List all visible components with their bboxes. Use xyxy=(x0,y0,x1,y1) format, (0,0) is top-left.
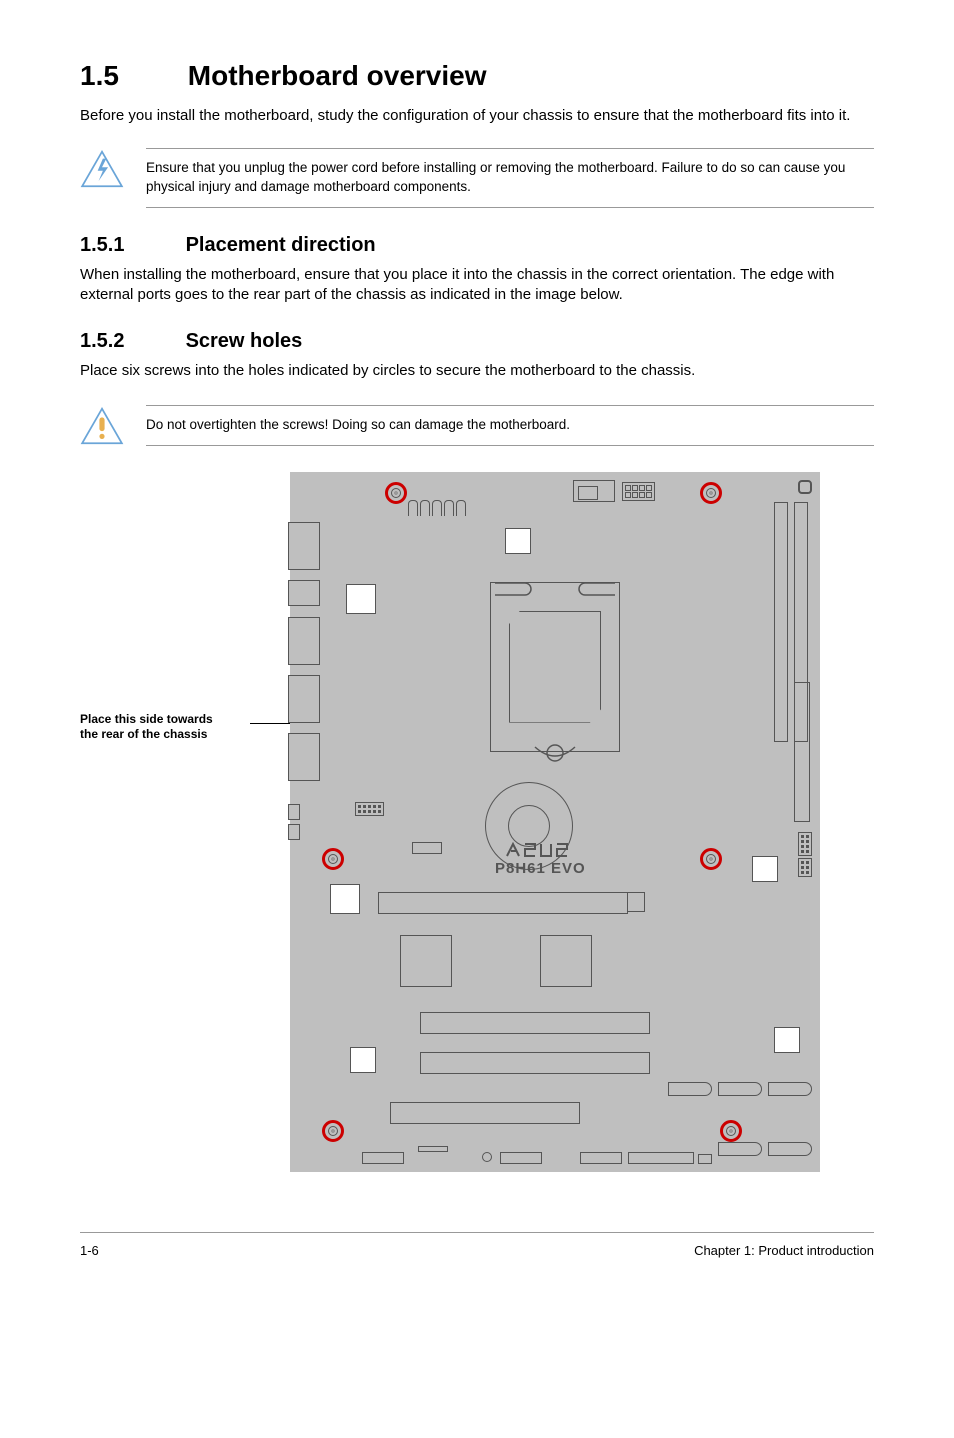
sata-port-icon xyxy=(768,1082,812,1096)
page-footer: 1-6 Chapter 1: Product introduction xyxy=(80,1232,874,1258)
front-panel-header-icon xyxy=(580,1152,622,1164)
pin-header-icon xyxy=(355,802,384,816)
caution-callout: Do not overtighten the screws! Doing so … xyxy=(80,405,874,446)
screw-hole-icon xyxy=(700,848,722,870)
rear-port-icon xyxy=(288,617,320,665)
cpu-power-icon xyxy=(573,480,615,502)
subsection-2-title: Screw holes xyxy=(186,330,303,352)
socket-lever-icon xyxy=(485,575,625,765)
chapter-label: Chapter 1: Product introduction xyxy=(694,1243,874,1258)
section-number: 1.5 xyxy=(80,60,180,92)
sata-port-icon xyxy=(768,1142,812,1156)
subsection-2-heading: 1.5.2 Screw holes xyxy=(80,330,874,353)
rear-port-icon xyxy=(288,675,320,723)
intro-paragraph: Before you install the motherboard, stud… xyxy=(80,106,874,126)
pcie-slot-icon xyxy=(390,1102,580,1124)
front-panel-header-icon xyxy=(362,1152,404,1164)
chip-icon xyxy=(752,856,778,882)
chip-icon xyxy=(540,935,592,987)
eps-connector-icon xyxy=(622,482,655,501)
sata-port-icon xyxy=(718,1082,762,1096)
section-heading: 1.5 Motherboard overview xyxy=(80,60,874,92)
capacitors-icon xyxy=(408,500,466,516)
caution-text: Do not overtighten the screws! Doing so … xyxy=(146,405,874,446)
pin-header-icon xyxy=(798,832,812,856)
chip-icon xyxy=(400,935,452,987)
subsection-1-heading: 1.5.1 Placement direction xyxy=(80,234,874,257)
slot-notch-icon xyxy=(628,892,645,912)
subsection-1-title: Placement direction xyxy=(186,234,376,256)
side-label-line1: Place this side towards xyxy=(80,712,213,726)
exclamation-icon xyxy=(80,405,124,445)
subsection-1-body: When installing the motherboard, ensure … xyxy=(80,265,874,306)
subsection-2-number: 1.5.2 xyxy=(80,330,180,353)
pointer-line xyxy=(250,723,290,724)
screw-hole-icon xyxy=(322,848,344,870)
pin-header-icon xyxy=(798,858,812,877)
screw-hole-icon xyxy=(700,482,722,504)
pin-header-icon xyxy=(698,1154,712,1164)
dimm-slot-icon xyxy=(774,502,788,742)
subsection-1-number: 1.5.1 xyxy=(80,234,180,257)
pcie-slot-icon xyxy=(378,892,628,914)
chip-icon xyxy=(774,1027,800,1053)
subsection-2-body: Place six screws into the holes indicate… xyxy=(80,361,874,381)
front-panel-header-icon xyxy=(500,1152,542,1164)
chip-icon xyxy=(505,528,531,554)
sata-port-icon xyxy=(718,1142,762,1156)
motherboard-illustration: P8H61 EVO xyxy=(290,472,820,1172)
side-label-line2: the rear of the chassis xyxy=(80,727,207,741)
diagram-side-label: Place this side towards the rear of the … xyxy=(80,712,250,743)
rear-port-icon xyxy=(288,522,320,570)
chip-icon xyxy=(350,1047,376,1073)
chip-icon xyxy=(346,584,376,614)
rear-port-icon xyxy=(288,733,320,781)
pin-header-icon xyxy=(412,842,442,854)
bolt-icon xyxy=(80,148,124,188)
page-number: 1-6 xyxy=(80,1243,99,1258)
screw-hole-icon xyxy=(322,1120,344,1142)
warning-callout: Ensure that you unplug the power cord be… xyxy=(80,148,874,208)
rear-port-icon xyxy=(288,804,300,820)
asus-logo-icon xyxy=(505,842,575,858)
pcie-slot-icon xyxy=(420,1052,650,1074)
rear-port-icon xyxy=(288,824,300,840)
chip-icon xyxy=(330,884,360,914)
motherboard-diagram: Place this side towards the rear of the … xyxy=(80,472,874,1172)
corner-hole-icon xyxy=(798,480,812,494)
front-panel-header-icon xyxy=(628,1152,694,1164)
section-title-text: Motherboard overview xyxy=(188,60,487,91)
warning-text: Ensure that you unplug the power cord be… xyxy=(146,148,874,208)
pin-header-icon xyxy=(418,1146,448,1152)
pcie-slot-icon xyxy=(420,1012,650,1034)
sata-port-icon xyxy=(668,1082,712,1096)
buzzer-icon xyxy=(482,1152,492,1162)
board-model-label: P8H61 EVO xyxy=(495,860,586,877)
screw-hole-icon xyxy=(385,482,407,504)
screw-hole-icon xyxy=(720,1120,742,1142)
rear-port-icon xyxy=(288,580,320,606)
atx-power-icon xyxy=(794,682,810,822)
